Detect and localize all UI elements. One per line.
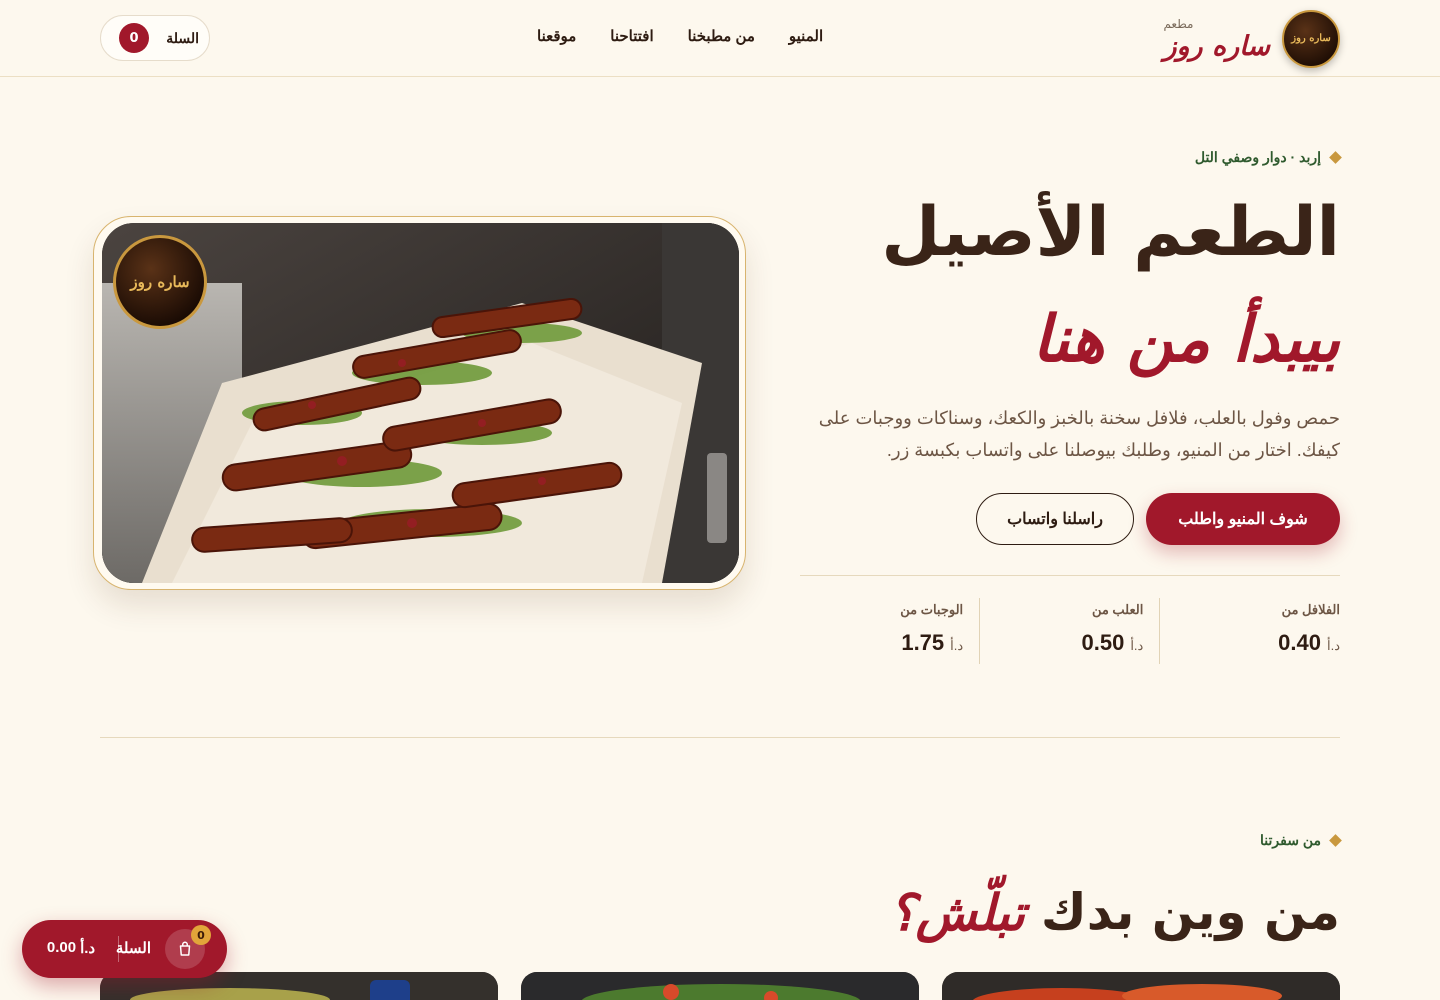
brand-text: مطعم ساره روز [1163,17,1270,61]
category-cards [100,972,1340,1000]
brand-small-label: مطعم [1163,16,1194,31]
stat-meals: الوجبات من د.أ 1.75 [800,598,981,664]
floating-cart-amount: 0.00 [46,939,77,956]
stat-cans: العلب من د.أ 0.50 [980,598,1161,664]
hero-eyebrow: إربد · دوار وصفي التل [1194,146,1342,168]
stat-currency: د.أ [950,638,964,653]
section-title-plain: من وين بدك [1040,883,1340,941]
stat-number: 1.75 [901,630,945,655]
header-cart-button[interactable]: السلة 0 [100,15,210,61]
section-eyebrow-text: من سفرتنا [1260,831,1321,848]
diamond-icon [1329,150,1342,164]
brand-name: ساره روز [1163,30,1270,62]
section-title: من وين بدك تبلّش؟ [889,872,1340,952]
hero-location: إربد · دوار وصفي التل [1194,148,1321,165]
stat-currency: د.أ [1326,638,1340,653]
stat-currency: د.أ [1130,638,1144,653]
photo-logo-badge: ساره روز [113,235,207,329]
site-header: ساره روز مطعم ساره روز المنيو من مطبخنا … [0,0,1440,77]
brand[interactable]: ساره روز مطعم ساره روز [1163,10,1340,68]
main-nav: المنيو من مطبخنا افتتاحنا موقعنا [537,27,823,45]
card-photo [942,972,1340,1000]
whatsapp-button[interactable]: راسلنا واتساب [976,493,1134,545]
photo-logo-text: ساره روز [130,273,190,291]
brand-logo-mark: ساره روز [1291,33,1331,44]
floating-cart-separator [118,936,119,962]
stat-label: العلب من [1091,602,1144,617]
stat-value: د.أ 1.75 [901,630,963,656]
stat-falafel: الفلافل من د.أ 0.40 [1160,598,1340,664]
floating-cart-button[interactable]: 0 السلة 0.00 د.أ [22,920,227,978]
hero-script-title: بيبدأ من هنا [1032,302,1340,377]
floating-cart-total: 0.00 د.أ [34,939,108,957]
category-card[interactable] [942,972,1340,1000]
diamond-icon [1329,833,1342,847]
nav-link-location[interactable]: موقعنا [537,27,576,45]
stat-value: د.أ 0.40 [1278,630,1340,656]
section-eyebrow: من سفرتنا [1260,829,1342,851]
nav-link-opening[interactable]: افتتاحنا [610,27,653,45]
section-title-script: تبلّش؟ [889,882,1025,942]
header-cart-label: السلة [166,29,199,46]
hero-food-photo: ساره روز [102,223,739,583]
category-card[interactable] [521,972,919,1000]
nav-link-menu[interactable]: المنيو [789,27,823,45]
hero-title: الطعم الأصيل [881,193,1340,272]
floating-cart-label: السلة [115,940,151,957]
view-menu-button[interactable]: شوف المنيو واطلب [1146,493,1340,545]
shopping-bag-glyph [179,941,191,956]
stats-divider [800,575,1340,576]
price-stats: الفلافل من د.أ 0.40 العلب من د.أ 0.50 ال… [800,598,1340,664]
stat-value: د.أ 0.50 [1081,630,1143,656]
stat-number: 0.40 [1278,630,1321,655]
stat-label: الوجبات من [900,602,964,617]
stat-number: 0.50 [1081,630,1125,655]
stat-label: الفلافل من [1281,602,1340,617]
brand-logo: ساره روز [1282,10,1340,68]
section-divider [100,737,1340,738]
hero-image-frame: ساره روز [93,216,746,590]
card-photo [521,972,919,1000]
header-cart-count: 0 [119,23,149,53]
nav-link-kitchen[interactable]: من مطبخنا [688,27,755,45]
floating-cart-currency: د.أ [80,940,96,957]
hero-description: حمص وفول بالعلب، فلافل سخنة بالخبز والكع… [818,408,1340,460]
floating-cart-count: 0 [191,925,211,945]
